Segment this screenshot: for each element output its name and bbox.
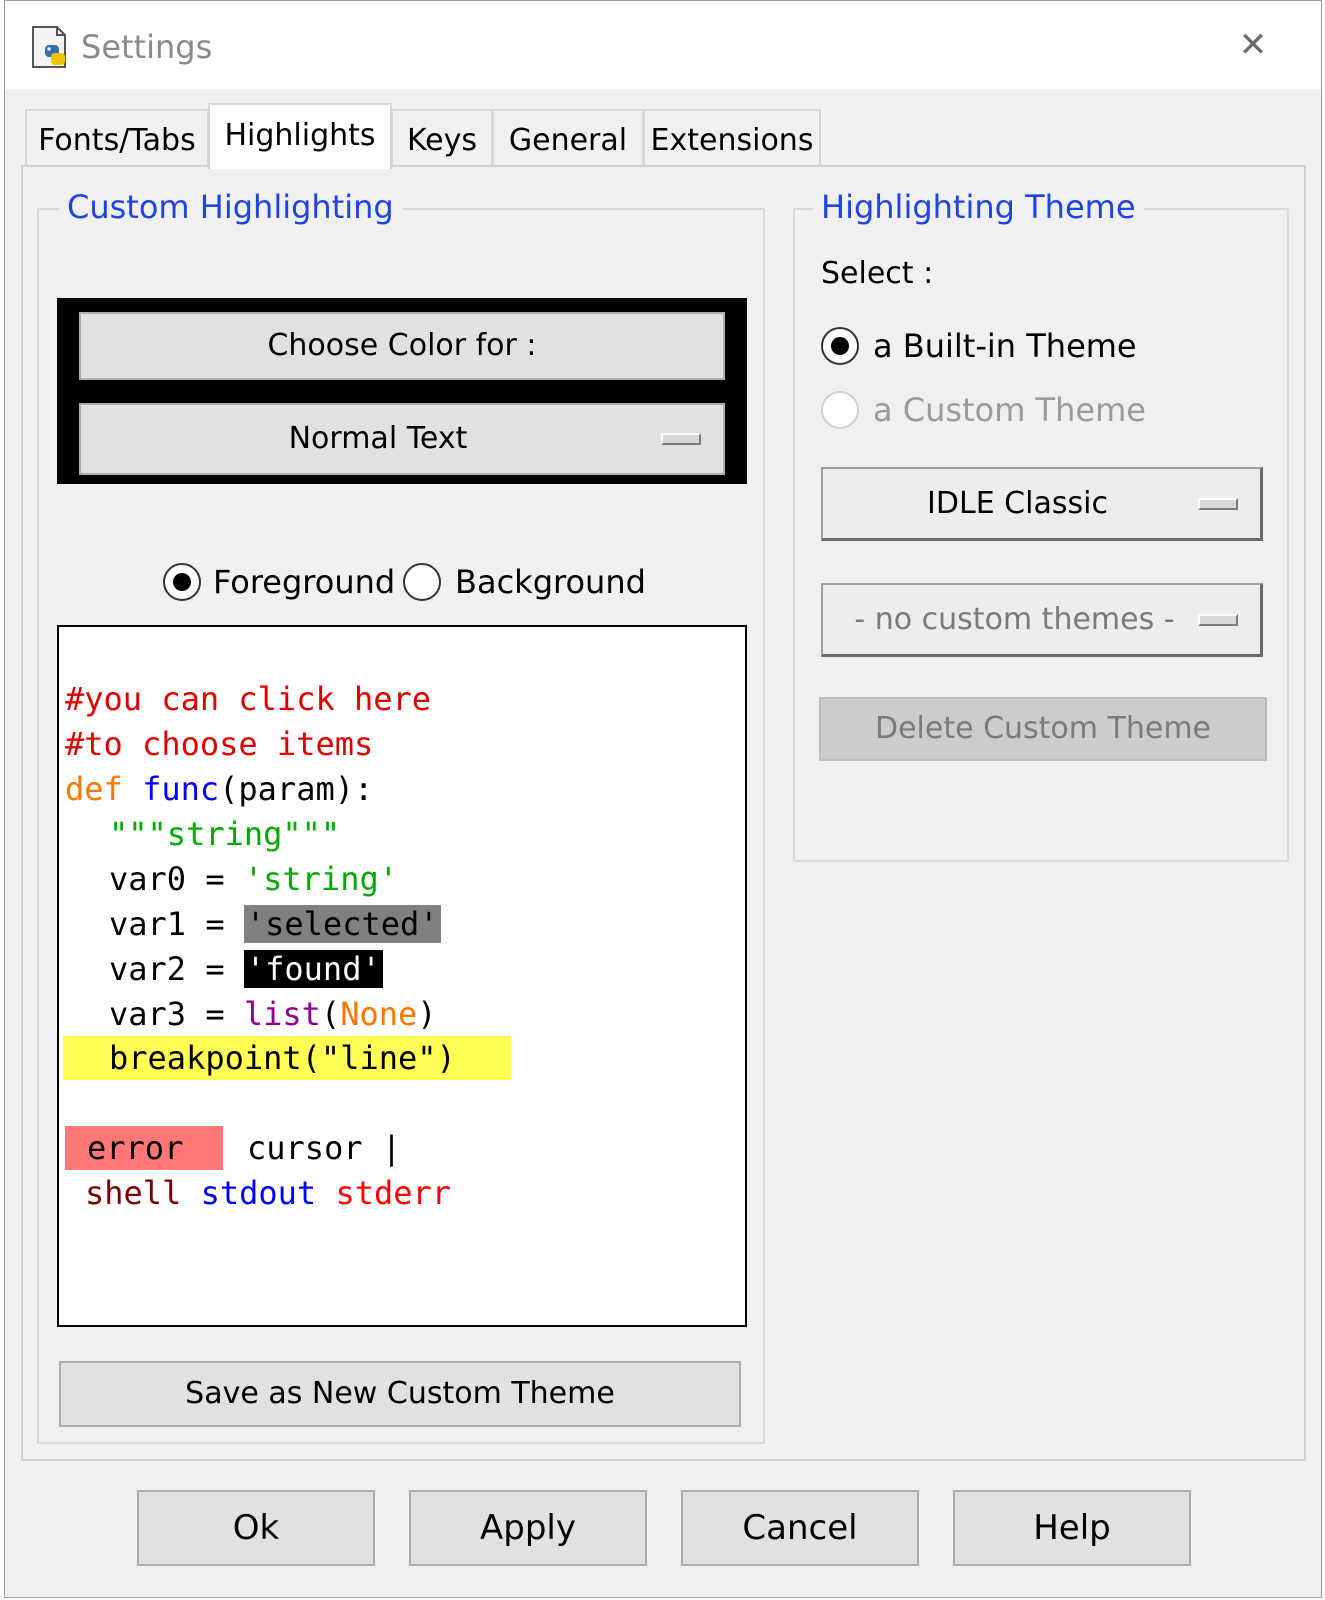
string-token[interactable]: 'string' (244, 860, 398, 898)
highlight-target-value: Normal Text (288, 421, 468, 456)
background-label: Background (455, 563, 646, 601)
builtin-theme-value: IDLE Classic (927, 486, 1108, 521)
stderr-token[interactable]: stderr (335, 1174, 451, 1212)
normal-token[interactable]: ( (321, 995, 340, 1033)
idle-python-icon (29, 25, 73, 71)
menu-indicator-icon (1198, 613, 1238, 626)
background-radio[interactable] (403, 563, 441, 601)
stdout-token[interactable]: stdout (201, 1174, 317, 1212)
cancel-button[interactable]: Cancel (681, 1490, 919, 1566)
sample-line-shell[interactable]: shell stdout stderr (85, 1171, 451, 1215)
highlight-sample[interactable]: #you can click here #to choose items def… (57, 625, 747, 1327)
normal-token[interactable]: var3 = (109, 995, 244, 1033)
radio-dot-icon (173, 573, 191, 591)
keyword-token[interactable]: def (65, 770, 123, 808)
ok-button[interactable]: Ok (137, 1490, 375, 1566)
normal-token[interactable]: (param): (219, 770, 373, 808)
sample-line-comment1[interactable]: #you can click here (65, 677, 431, 721)
settings-dialog: Settings ✕ Fonts/Tabs Highlights Keys Ge… (4, 0, 1322, 1598)
sample-line-comment2[interactable]: #to choose items (65, 722, 373, 766)
tab-extensions[interactable]: Extensions (643, 109, 821, 167)
help-button[interactable]: Help (953, 1490, 1191, 1566)
menu-indicator-icon (1198, 497, 1238, 510)
builtin-token[interactable]: list (244, 995, 321, 1033)
sample-line-error-cursor[interactable]: error cursor | (65, 1126, 401, 1170)
definition-token[interactable]: func (142, 770, 219, 808)
foreground-radio[interactable] (163, 563, 201, 601)
foreground-label: Foreground (213, 563, 396, 601)
sample-line-var2[interactable]: var2 = 'found' (109, 947, 383, 991)
sample-line-var1[interactable]: var1 = 'selected' (109, 902, 441, 946)
title-bar: Settings ✕ (5, 1, 1321, 89)
normal-token[interactable]: ) (417, 995, 436, 1033)
tab-fonts-tabs[interactable]: Fonts/Tabs (25, 109, 209, 167)
custom-theme-radio[interactable] (821, 391, 859, 429)
sample-line-docstring[interactable]: """string""" (109, 812, 340, 856)
custom-theme-menu[interactable]: - no custom themes - (821, 583, 1263, 657)
save-custom-theme-button[interactable]: Save as New Custom Theme (59, 1361, 741, 1427)
error-token[interactable]: error (65, 1126, 223, 1170)
custom-highlighting-legend: Custom Highlighting (59, 187, 402, 227)
highlight-target-menu[interactable]: Normal Text (79, 403, 725, 475)
normal-token[interactable]: var2 = (109, 950, 244, 988)
sample-line-breakpoint[interactable]: breakpoint("line") (109, 1036, 456, 1080)
tab-highlights[interactable]: Highlights (208, 103, 392, 169)
tab-keys[interactable]: Keys (391, 109, 493, 167)
string-token[interactable]: """string""" (109, 815, 340, 853)
delete-custom-theme-button[interactable]: Delete Custom Theme (819, 697, 1267, 761)
choose-color-button[interactable]: Choose Color for : (79, 312, 725, 380)
comment-token[interactable]: #to choose items (65, 725, 373, 763)
highlighting-theme-legend: Highlighting Theme (813, 187, 1144, 227)
tab-general[interactable]: General (492, 109, 644, 167)
custom-theme-value: - no custom themes - (854, 602, 1175, 637)
comment-token[interactable]: #you can click here (65, 680, 431, 718)
apply-button[interactable]: Apply (409, 1490, 647, 1566)
sample-line-var0[interactable]: var0 = 'string' (109, 857, 398, 901)
menu-indicator-icon (661, 433, 701, 445)
normal-token[interactable]: var1 = (109, 905, 244, 943)
sample-line-def[interactable]: def func(param): (65, 767, 373, 811)
window-title: Settings (81, 28, 213, 66)
custom-theme-label: a Custom Theme (873, 391, 1146, 429)
radio-dot-icon (831, 337, 849, 355)
close-icon[interactable]: ✕ (1233, 25, 1273, 65)
found-token[interactable]: 'found' (243, 950, 383, 988)
keyword-token[interactable]: None (340, 995, 417, 1033)
cursor-token[interactable]: cursor | (247, 1129, 401, 1167)
builtin-theme-label: a Built-in Theme (873, 327, 1137, 365)
select-label: Select : (821, 256, 934, 291)
builtin-theme-menu[interactable]: IDLE Classic (821, 467, 1263, 541)
normal-token[interactable]: var0 = (109, 860, 244, 898)
break-token[interactable]: breakpoint("line") (109, 1039, 456, 1077)
builtin-theme-radio[interactable] (821, 327, 859, 365)
selected-token[interactable]: 'selected' (243, 905, 441, 943)
shell-token[interactable]: shell (85, 1174, 181, 1212)
sample-line-var3[interactable]: var3 = list(None) (109, 992, 437, 1036)
